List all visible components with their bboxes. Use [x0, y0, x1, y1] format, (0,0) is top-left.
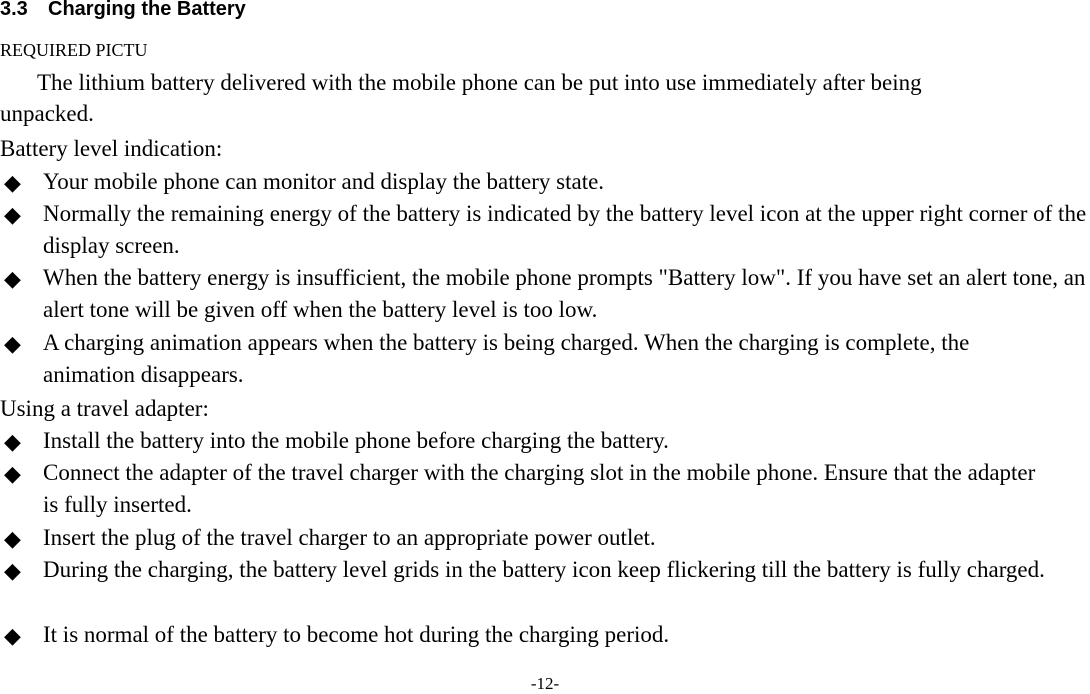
intro-line-2: unpacked. — [0, 101, 94, 126]
section-number: 3.3 — [0, 0, 28, 20]
section-title: Charging the Battery — [48, 0, 246, 20]
diamond-bullet-icon: ◆ — [4, 267, 21, 292]
diamond-bullet-icon: ◆ — [4, 430, 21, 455]
diamond-bullet-icon: ◆ — [4, 171, 21, 196]
battery-level-label: Battery level indication: — [0, 136, 223, 161]
diamond-bullet-icon: ◆ — [4, 527, 21, 552]
page-number: -12- — [530, 674, 560, 693]
travel-adapter-label: Using a travel adapter: — [0, 396, 209, 421]
intro-line-1: The lithium battery delivered with the m… — [37, 70, 922, 95]
diamond-bullet-icon: ◆ — [4, 462, 21, 487]
diamond-bullet-icon: ◆ — [4, 624, 21, 649]
section-heading: 3.3 Charging the Battery — [0, 0, 246, 21]
diamond-bullet-icon: ◆ — [4, 203, 21, 228]
diamond-bullet-icon: ◆ — [4, 559, 21, 584]
placeholder-text: REQUIRED PICTU — [0, 40, 148, 60]
diamond-bullet-icon: ◆ — [4, 332, 21, 357]
